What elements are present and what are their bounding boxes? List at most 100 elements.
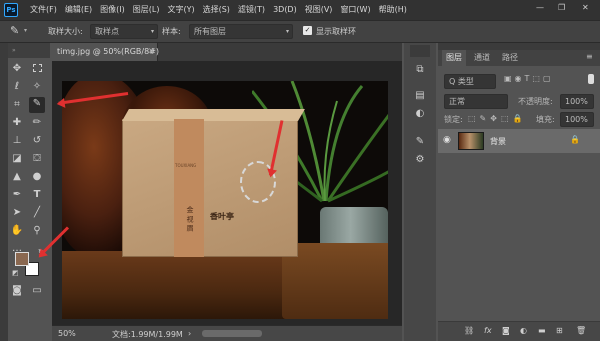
new-group-icon[interactable]: ▬ xyxy=(538,326,546,335)
menu-image[interactable]: 图像(I) xyxy=(96,0,129,20)
zoom-level[interactable]: 50% xyxy=(58,329,76,338)
status-bar: 50% 文档:1.99M/1.99M › xyxy=(52,325,402,341)
filter-icons[interactable]: ▣◉T⬚▢ xyxy=(504,74,554,83)
eyedropper-preset-icon[interactable]: ✎ xyxy=(10,24,19,37)
lock-icons[interactable]: ⬚✎✥⬚🔒 xyxy=(468,114,526,123)
layer-row-background[interactable]: ◉ 背景 🔒 xyxy=(438,129,600,153)
eraser-tool-icon[interactable]: ◪ xyxy=(10,152,24,166)
sample-value: 所有图层 xyxy=(194,27,226,36)
move-tool-icon[interactable]: ✥ xyxy=(10,62,24,76)
toolbar-grip[interactable] xyxy=(0,43,8,341)
status-arrow-icon[interactable]: › xyxy=(188,329,191,338)
quick-mask-icon[interactable]: ◙ xyxy=(10,284,24,298)
visibility-eye-icon[interactable]: ◉ xyxy=(443,135,451,145)
filter-toggle-icon[interactable] xyxy=(588,74,594,84)
show-ring-checkbox[interactable]: ✓ xyxy=(303,26,312,35)
link-layers-icon[interactable]: ⛓ xyxy=(464,326,474,335)
default-colors-icon[interactable]: ◩ xyxy=(12,269,19,277)
collapsed-panel-dock: ⧉ ▤ ◐ ✎ ⚙ xyxy=(404,43,436,341)
canvas-area[interactable]: TOUXIANG 金 视 眉 香叶亭 xyxy=(52,61,402,325)
chevron-down-icon: ▾ xyxy=(285,28,289,35)
tab-paths[interactable]: 路径 xyxy=(498,50,522,66)
clone-stamp-tool-icon[interactable]: ⊥ xyxy=(10,134,24,148)
close-window-button[interactable]: ✕ xyxy=(582,3,589,12)
restore-button[interactable]: ❐ xyxy=(558,3,565,12)
opacity-value: 100% xyxy=(565,97,588,106)
minimize-button[interactable]: — xyxy=(536,3,544,12)
menu-window[interactable]: 窗口(W) xyxy=(336,0,374,20)
brush-panel-icon[interactable]: ✎ xyxy=(413,135,427,149)
tab-layers[interactable]: 图层 xyxy=(442,50,466,66)
layers-panel-footer: ⛓ fx ◙ ◐ ▬ ⊞ 🗑 xyxy=(438,321,600,341)
blend-mode-select[interactable]: 正常 xyxy=(444,94,508,109)
add-mask-icon[interactable]: ◙ xyxy=(502,326,510,335)
panel-header-grip[interactable] xyxy=(438,43,600,50)
preset-dropdown-icon[interactable]: ▾ xyxy=(24,27,27,34)
hand-tool-icon[interactable]: ✋ xyxy=(10,224,24,238)
menu-edit[interactable]: 编辑(E) xyxy=(61,0,96,20)
photoshop-logo: Ps xyxy=(4,3,18,17)
eyedropper-tool-icon[interactable]: ✎ xyxy=(29,97,45,113)
panel-menu-icon[interactable]: ≡ xyxy=(586,52,593,61)
chevron-down-icon: ▾ xyxy=(150,28,154,35)
product-box-top xyxy=(122,109,305,121)
new-layer-icon[interactable]: ⊞ xyxy=(556,326,563,335)
settings-panel-icon[interactable]: ⚙ xyxy=(413,153,427,167)
menu-3d[interactable]: 3D(D) xyxy=(269,0,301,20)
title-bar: Ps 文件(F) 编辑(E) 图像(I) 图层(L) 文字(Y) 选择(S) 滤镜(T) 3D… xyxy=(0,0,600,20)
menu-file[interactable]: 文件(F) xyxy=(26,0,61,20)
document-image[interactable]: TOUXIANG 金 视 眉 香叶亭 xyxy=(62,81,388,319)
layer-thumbnail xyxy=(458,132,484,150)
horizontal-scrollbar[interactable] xyxy=(202,330,262,337)
menu-layer[interactable]: 图层(L) xyxy=(129,0,164,20)
menu-filter[interactable]: 滤镜(T) xyxy=(234,0,269,20)
sample-select[interactable]: 所有图层 ▾ xyxy=(189,24,293,39)
sample-size-select[interactable]: 取样点 ▾ xyxy=(90,24,158,39)
blur-tool-icon[interactable]: ▲ xyxy=(10,170,24,184)
foreground-color-swatch[interactable] xyxy=(15,252,29,266)
adjustment-layer-icon[interactable]: ◐ xyxy=(520,326,527,335)
properties-panel-icon[interactable]: ▤ xyxy=(413,89,427,103)
healing-brush-tool-icon[interactable]: ✚ xyxy=(10,116,24,130)
opacity-label: 不透明度: xyxy=(518,97,553,106)
blend-mode-value: 正常 xyxy=(449,97,465,106)
fill-input[interactable]: 100% xyxy=(560,112,594,127)
menu-select[interactable]: 选择(S) xyxy=(199,0,234,20)
lock-label: 锁定: xyxy=(444,115,463,124)
paint-bucket-tool-icon[interactable]: ⛋ xyxy=(30,152,44,166)
menu-help[interactable]: 帮助(H) xyxy=(375,0,411,20)
marquee-tool-icon[interactable] xyxy=(30,62,44,76)
tab-channels[interactable]: 通道 xyxy=(470,50,494,66)
menu-view[interactable]: 视图(V) xyxy=(301,0,337,20)
history-panel-icon[interactable]: ⧉ xyxy=(413,63,427,77)
type-tool-icon[interactable]: T xyxy=(30,188,44,202)
product-box-band xyxy=(174,119,204,257)
close-document-icon[interactable]: × xyxy=(148,46,155,55)
sample-label: 样本: xyxy=(162,27,181,36)
layer-filter-select[interactable]: Q 类型 xyxy=(444,74,496,89)
pen-tool-icon[interactable]: ✒ xyxy=(10,188,24,202)
menu-type[interactable]: 文字(Y) xyxy=(163,0,198,20)
dock-header[interactable] xyxy=(410,45,430,57)
brush-tool-icon[interactable]: ✏ xyxy=(30,116,44,130)
delete-layer-icon[interactable]: 🗑 xyxy=(576,326,586,335)
history-brush-tool-icon[interactable]: ↺ xyxy=(30,134,44,148)
layer-style-icon[interactable]: fx xyxy=(484,326,492,335)
rectangle-tool-icon[interactable]: ╱ xyxy=(30,206,44,220)
dodge-tool-icon[interactable]: ● xyxy=(30,170,44,184)
crop-tool-icon[interactable]: ⌗ xyxy=(10,98,24,112)
opacity-input[interactable]: 100% xyxy=(560,94,594,109)
lasso-tool-icon[interactable]: ℓ xyxy=(10,80,24,94)
adjustments-panel-icon[interactable]: ◐ xyxy=(413,107,427,121)
document-tab[interactable]: timg.jpg @ 50%(RGB/8#) × xyxy=(52,43,159,61)
layer-lock-icon: 🔒 xyxy=(570,135,580,144)
fill-value: 100% xyxy=(565,115,588,124)
screen-mode-icon[interactable]: ▭ xyxy=(30,284,44,298)
layer-name[interactable]: 背景 xyxy=(490,136,506,147)
path-selection-tool-icon[interactable]: ➤ xyxy=(10,206,24,220)
zoom-tool-icon[interactable]: ⚲ xyxy=(30,224,44,238)
product-stamp: 香叶亭 xyxy=(210,212,234,221)
magic-wand-tool-icon[interactable]: ✧ xyxy=(30,80,44,94)
toolbar-header[interactable]: » xyxy=(8,43,50,58)
layer-filter-value: Q 类型 xyxy=(449,77,474,86)
